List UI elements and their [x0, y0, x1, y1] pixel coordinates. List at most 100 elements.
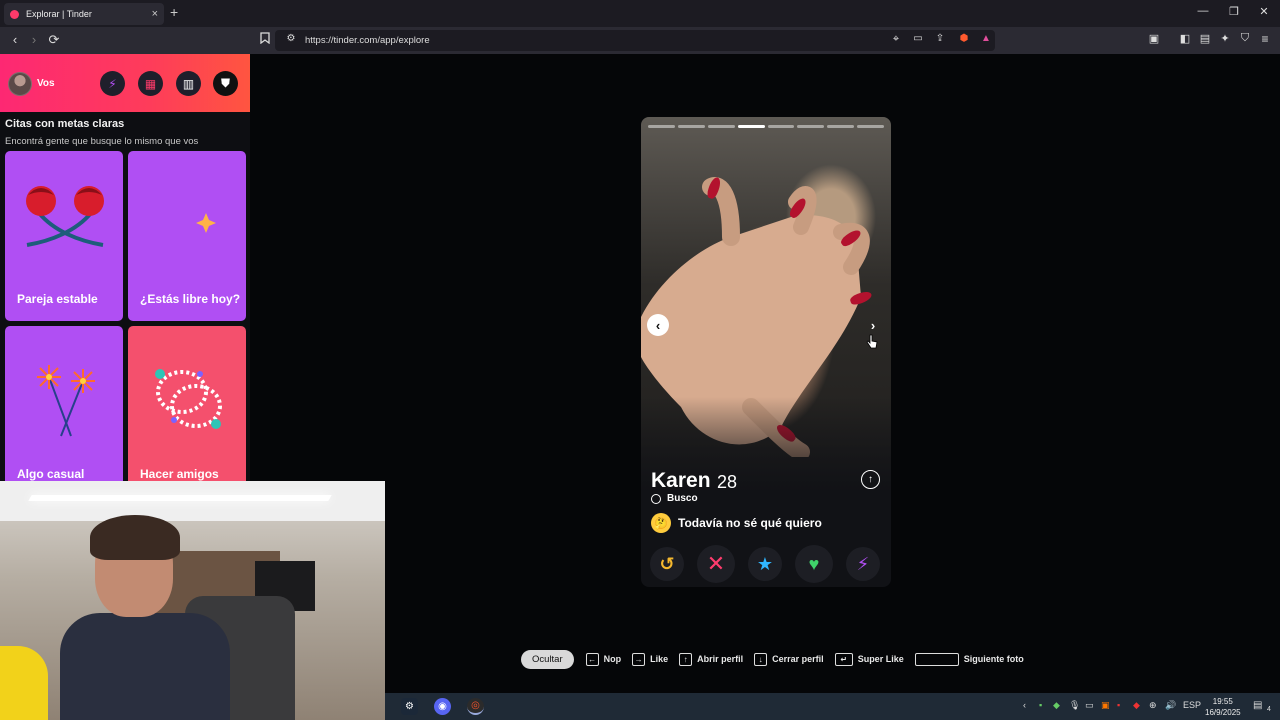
roses-icon [26, 186, 104, 247]
photo-progress-segment [677, 125, 705, 128]
profile-card[interactable]: ‹ › Karen 28 ↑ Busco 🤔 Todavía no sé qué… [641, 117, 891, 587]
share-icon[interactable]: ⇪ [932, 33, 948, 44]
site-settings-icon[interactable]: ⚙ [283, 33, 299, 44]
card-hacer-amigos[interactable]: Hacer amigos [128, 326, 246, 496]
cast-icon[interactable]: ▭ [910, 33, 926, 44]
photo-progress-segment [767, 125, 795, 128]
steam-icon[interactable]: ⚙ [401, 698, 418, 715]
webcam-ceiling-light [28, 495, 332, 501]
card-pareja-estable[interactable]: Pareja estable [5, 151, 123, 321]
like-button[interactable]: ♥ [795, 545, 833, 583]
webcam-person-body [60, 613, 230, 720]
tab-close-icon[interactable]: × [152, 8, 158, 20]
tray-volume-icon[interactable]: 🔊 [1165, 700, 1176, 711]
clock-date: 16/9/2025 [1205, 708, 1241, 717]
tray-app-icon[interactable]: ◆ [1053, 700, 1060, 711]
bookmark-icon[interactable] [257, 32, 273, 47]
clock-time: 19:55 [1212, 697, 1233, 706]
photo-progress-segment [857, 125, 884, 128]
location-icon[interactable]: ⌖ [888, 33, 904, 46]
tray-mic-icon[interactable]: 🎙 [1069, 700, 1080, 711]
tray-display-icon[interactable]: ▭ [1085, 700, 1094, 711]
shortcut-label: Like [650, 654, 669, 664]
wallet-icon[interactable]: ▤ [1197, 32, 1213, 45]
webcam-ceiling [0, 481, 385, 521]
hide-shortcuts-button[interactable]: Ocultar [521, 649, 574, 669]
moon-icon [158, 185, 216, 256]
tray-network-icon[interactable]: ⊕ [1149, 700, 1157, 711]
prev-photo-button[interactable]: ‹ [647, 314, 669, 336]
nope-button[interactable]: ✕ [697, 545, 735, 583]
tray-app2-icon[interactable]: ▣ [1101, 700, 1110, 711]
right-key-icon: → [632, 652, 646, 666]
address-bar[interactable]: ⚙ https://tinder.com/app/explore ⌖ ▭ ⇪ ⬢… [275, 30, 995, 51]
obs-icon[interactable]: ◎ [467, 698, 484, 715]
shortcut-label: Abrir perfil [697, 654, 744, 664]
webcam-second-person [0, 646, 48, 720]
browser-nav-bar: ‹ › ⟳ ⚙ https://tinder.com/app/explore ⌖… [0, 27, 1280, 54]
tray-nvidia-icon[interactable]: ▪ [1039, 700, 1042, 710]
tray-app3-icon[interactable]: ▪ [1117, 700, 1120, 710]
sparklers-icon [37, 365, 95, 437]
vpn-icon[interactable]: ⛉ [1237, 32, 1253, 45]
reading-list-icon[interactable]: ▣ [1146, 32, 1162, 45]
sidebar-toggle-icon[interactable]: ◧ [1177, 32, 1193, 45]
taskbar-clock[interactable]: 19:55 16/9/2025 [1205, 696, 1241, 718]
photo-progress-bars [648, 125, 884, 128]
shortcut-label: Cerrar perfil [772, 654, 824, 664]
shortcut-label: Nop [603, 654, 622, 664]
safety-shield-icon[interactable]: ⛊ [213, 71, 238, 96]
reload-icon[interactable]: ⟳ [46, 32, 62, 48]
explore-sidebar: Vos ⚡ ▦ ▥ ⛊ Citas con metas claras Encon… [0, 54, 250, 496]
webcam-person-hair [90, 515, 180, 560]
photo-progress-segment [737, 125, 765, 128]
boost-button[interactable]: ⚡ [846, 547, 880, 581]
tray-expand-icon[interactable]: ‹ [1023, 700, 1026, 710]
brave-rewards-icon[interactable]: ▲ [978, 33, 994, 44]
window-minimize-button[interactable]: — [1193, 5, 1213, 17]
photo-progress-segment [707, 125, 735, 128]
next-photo-button[interactable]: › [862, 314, 884, 336]
boost-icon[interactable]: ⚡ [100, 71, 125, 96]
rewind-button[interactable]: ↺ [650, 547, 684, 581]
relationship-goal: 🤔 Todavía no sé qué quiero [651, 513, 822, 533]
notifications-icon[interactable]: ▤ [1253, 700, 1262, 711]
browser-tab[interactable]: Explorar | Tinder × [4, 3, 164, 25]
brave-shield-icon[interactable]: ⬢ [956, 33, 972, 44]
tray-app4-icon[interactable]: ◆ [1133, 700, 1140, 711]
profile-label[interactable]: Vos [37, 78, 55, 89]
card-label: Algo casual [17, 467, 85, 481]
left-key-icon: ← [585, 652, 599, 666]
superlike-button[interactable]: ★ [748, 547, 782, 581]
enter-key-icon: ↵ [834, 652, 853, 666]
avatar[interactable] [8, 72, 32, 96]
notification-count: 4 [1267, 706, 1271, 713]
card-estas-libre-hoy[interactable]: ¿Estás libre hoy? [128, 151, 246, 321]
window-restore-button[interactable]: ❐ [1224, 5, 1244, 18]
menu-icon[interactable]: ≡ [1257, 32, 1273, 46]
section-title: Citas con metas claras [5, 118, 125, 130]
work-icon[interactable]: ▥ [176, 71, 201, 96]
bracelet-icon [155, 369, 222, 429]
open-profile-icon[interactable]: ↑ [861, 470, 880, 489]
hand-cursor-icon [866, 334, 878, 349]
new-tab-button[interactable]: + [170, 4, 178, 20]
discord-icon[interactable]: ◉ [434, 698, 451, 715]
tab-title: Explorar | Tinder [26, 9, 92, 19]
card-algo-casual[interactable]: Algo casual [5, 326, 123, 496]
photo-progress-segment [648, 125, 675, 128]
leo-ai-icon[interactable]: ✦ [1217, 32, 1233, 45]
window-close-button[interactable]: ✕ [1254, 5, 1274, 18]
back-icon[interactable]: ‹ [7, 32, 23, 47]
up-key-icon: ↑ [679, 652, 693, 666]
explore-grid-icon[interactable]: ▦ [138, 71, 163, 96]
windows-taskbar: ⚙ ◉ ◎ ‹ ▪ ◆ 🎙 ▭ ▣ ▪ ◆ ⊕ 🔊 ESP 19:55 16/9… [385, 693, 1280, 720]
browser-tab-bar: Explorar | Tinder × + — ❐ ✕ [0, 0, 1280, 27]
profile-name: Karen [651, 469, 711, 492]
shortcut-super-like: ↵ Super Like [834, 652, 904, 666]
forward-icon[interactable]: › [26, 32, 42, 47]
card-label: ¿Estás libre hoy? [140, 292, 241, 306]
goal-text: Todavía no sé qué quiero [678, 516, 822, 530]
tray-language[interactable]: ESP [1183, 700, 1201, 710]
shortcut-label: Super Like [857, 654, 904, 664]
